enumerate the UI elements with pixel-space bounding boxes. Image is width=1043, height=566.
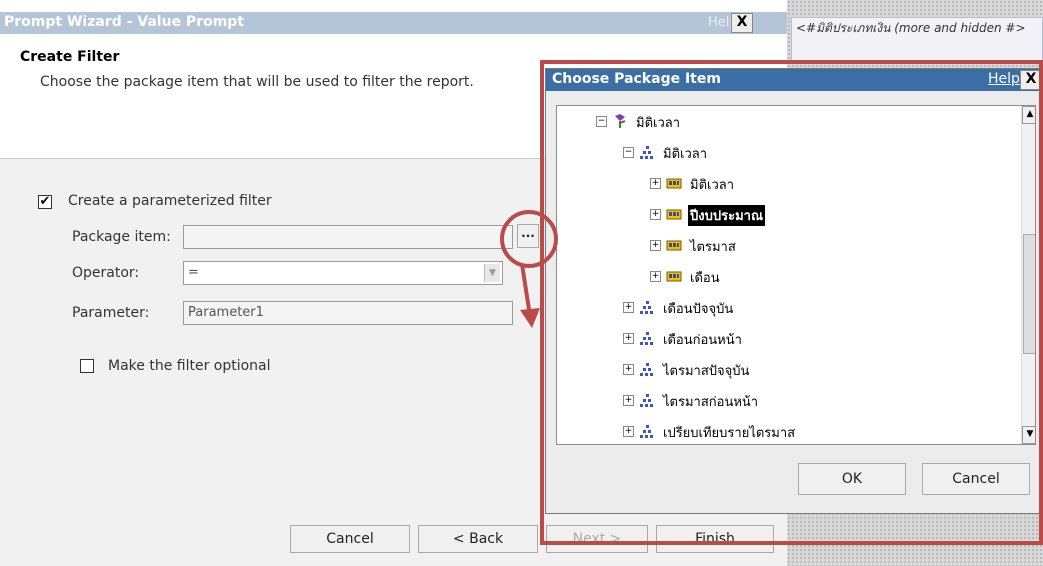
annotation-highlight-frame — [540, 60, 1043, 545]
parameter-input[interactable]: Parameter1 — [183, 301, 513, 325]
wizard-title-bar: Prompt Wizard - Value Prompt Help X — [0, 12, 787, 34]
annotation-arrow-icon — [520, 263, 540, 328]
back-button[interactable]: < Back — [418, 525, 538, 553]
background-note: <#มิติประเภทเงิน (more and hidden #> — [791, 17, 1043, 61]
cancel-button[interactable]: Cancel — [290, 525, 410, 553]
parameter-label: Parameter: — [72, 305, 150, 321]
operator-value: = — [188, 265, 199, 280]
optional-filter-label: Make the filter optional — [108, 358, 271, 374]
parameterized-filter-label: Create a parameterized filter — [68, 193, 272, 209]
parameterized-filter-checkbox[interactable]: ✔ — [38, 195, 52, 209]
checkmark-icon: ✔ — [39, 194, 51, 209]
package-item-field[interactable] — [183, 225, 513, 249]
optional-filter-checkbox[interactable] — [80, 359, 94, 373]
chevron-down-icon[interactable]: ▼ — [484, 264, 500, 282]
wizard-heading: Create Filter — [20, 49, 120, 65]
wizard-close-button[interactable]: X — [731, 13, 753, 33]
operator-select[interactable]: = ▼ — [183, 261, 503, 285]
wizard-description: Choose the package item that will be use… — [40, 74, 474, 90]
package-item-label: Package item: — [72, 229, 171, 245]
wizard-title: Prompt Wizard - Value Prompt — [4, 14, 245, 30]
operator-label: Operator: — [72, 265, 140, 281]
